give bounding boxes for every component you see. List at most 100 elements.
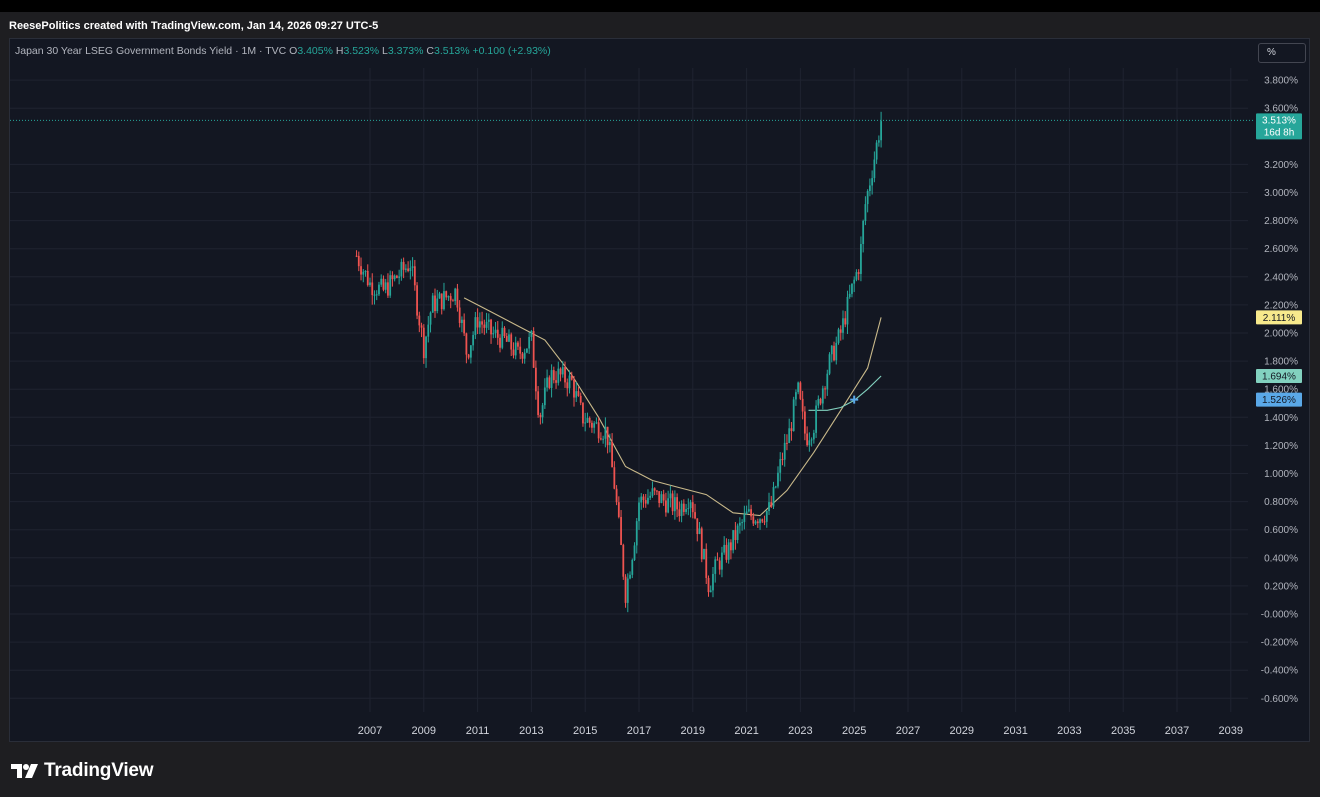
x-tick-label: 2035 (1111, 725, 1135, 737)
candle-body (369, 282, 371, 286)
x-tick-label: 2025 (842, 725, 866, 737)
candle-body (667, 498, 670, 513)
candle-body (698, 528, 701, 535)
candle-body (573, 379, 575, 398)
x-tick-label: 2013 (519, 725, 543, 737)
candle-body (824, 388, 826, 390)
candle-body (481, 321, 483, 325)
candle-body (644, 500, 647, 504)
candle-body (608, 442, 611, 446)
candle-body (404, 268, 407, 270)
candle-body (759, 519, 761, 524)
candle-body (463, 319, 466, 334)
candle-body (803, 411, 806, 434)
price-chart[interactable]: 3.800% 3.600% 3.200% 3.000% 2.800% 2.600% 2.40… (0, 0, 1320, 797)
candle-body (830, 345, 833, 355)
candle-body (588, 417, 591, 423)
candle-body (568, 375, 571, 389)
candle-body (380, 278, 383, 285)
candle-body (754, 521, 757, 524)
candle-body (483, 324, 486, 328)
candle-body (438, 293, 441, 299)
candle-body (763, 521, 766, 523)
candle-body (548, 377, 551, 388)
unit-toggle-button[interactable]: % (1258, 43, 1306, 63)
candle-body (781, 459, 784, 461)
candle-body (436, 298, 439, 312)
candle-body (837, 329, 840, 343)
x-tick-label: 2037 (1165, 725, 1189, 737)
candle-body (617, 502, 620, 517)
y-axis: 3.800% 3.600% 3.200% 3.000% 2.800% 2.600% 2.40… (1261, 76, 1298, 705)
x-axis: 2007 2009 2011 2013 2015 2017 2019 2021 2023 2025… (358, 725, 1243, 737)
low-value: 3.373% (387, 45, 424, 57)
candle-body (566, 382, 569, 389)
candle-body (649, 495, 652, 498)
candle-body (866, 191, 869, 205)
candle-body (792, 399, 795, 432)
candle-body (651, 488, 654, 496)
candle-body (373, 294, 376, 296)
candle-body (747, 509, 750, 512)
candle-body (730, 542, 732, 551)
candle-body (765, 511, 768, 522)
candle-body (855, 272, 858, 280)
candle-body (774, 486, 777, 488)
candle-body (660, 494, 663, 503)
candle-body (393, 275, 396, 280)
candle-body (734, 530, 737, 541)
symbol-legend: Japan 30 Year LSEG Government Bonds Yiel… (15, 45, 551, 57)
candle-body (642, 496, 645, 501)
y-tick-label: 2.200% (1264, 300, 1298, 311)
candle-body (727, 542, 730, 560)
candle-body (387, 282, 389, 296)
candle-body (851, 283, 853, 294)
candle-body (611, 442, 613, 468)
candle-body (689, 502, 692, 509)
candle-body (707, 577, 710, 593)
candle-body (815, 405, 817, 433)
candle-body (602, 438, 605, 440)
candle-body (653, 488, 656, 491)
candle-body (741, 522, 744, 524)
candle-body (447, 296, 450, 298)
candle-body (382, 278, 385, 290)
x-tick-label: 2031 (1003, 725, 1027, 737)
candle-body (564, 367, 566, 383)
candle-body (407, 268, 410, 272)
candle-body (357, 255, 360, 267)
candle-body (490, 319, 492, 335)
y-tick-label: 3.000% (1264, 188, 1298, 199)
y-tick-label: 2.800% (1264, 216, 1298, 227)
x-tick-label: 2021 (734, 725, 758, 737)
candle-body (709, 590, 712, 593)
candle-body (662, 494, 665, 501)
candle-body (844, 318, 847, 325)
candle-body (868, 185, 871, 192)
candle-body (418, 315, 421, 326)
y-tick-label: 0.800% (1264, 497, 1298, 508)
candle-body (519, 346, 522, 354)
tradingview-brand[interactable]: TradingView (11, 760, 154, 782)
candle-body (429, 312, 432, 325)
candle-body (517, 342, 519, 347)
candle-body (779, 459, 782, 473)
candle-body (752, 516, 755, 524)
y-tick-label: 0.600% (1264, 525, 1298, 536)
candle-body (673, 497, 676, 512)
candle-body (362, 271, 365, 275)
candle-body (783, 442, 786, 460)
ma-value-badge-label: 2.111% (1263, 313, 1296, 324)
y-tick-label: 1.000% (1264, 469, 1298, 480)
y-tick-label: 2.400% (1264, 272, 1298, 283)
candle-body (671, 493, 674, 512)
candle-body (559, 368, 562, 375)
ma-value-badge-label: 1.526% (1262, 395, 1296, 406)
candle-body (633, 545, 636, 560)
candle-body (835, 342, 838, 361)
candle-body (606, 426, 609, 446)
candle-body (530, 331, 533, 337)
candle-body (821, 388, 824, 404)
candle-body (871, 178, 874, 186)
y-tick-label: -0.000% (1261, 610, 1298, 621)
